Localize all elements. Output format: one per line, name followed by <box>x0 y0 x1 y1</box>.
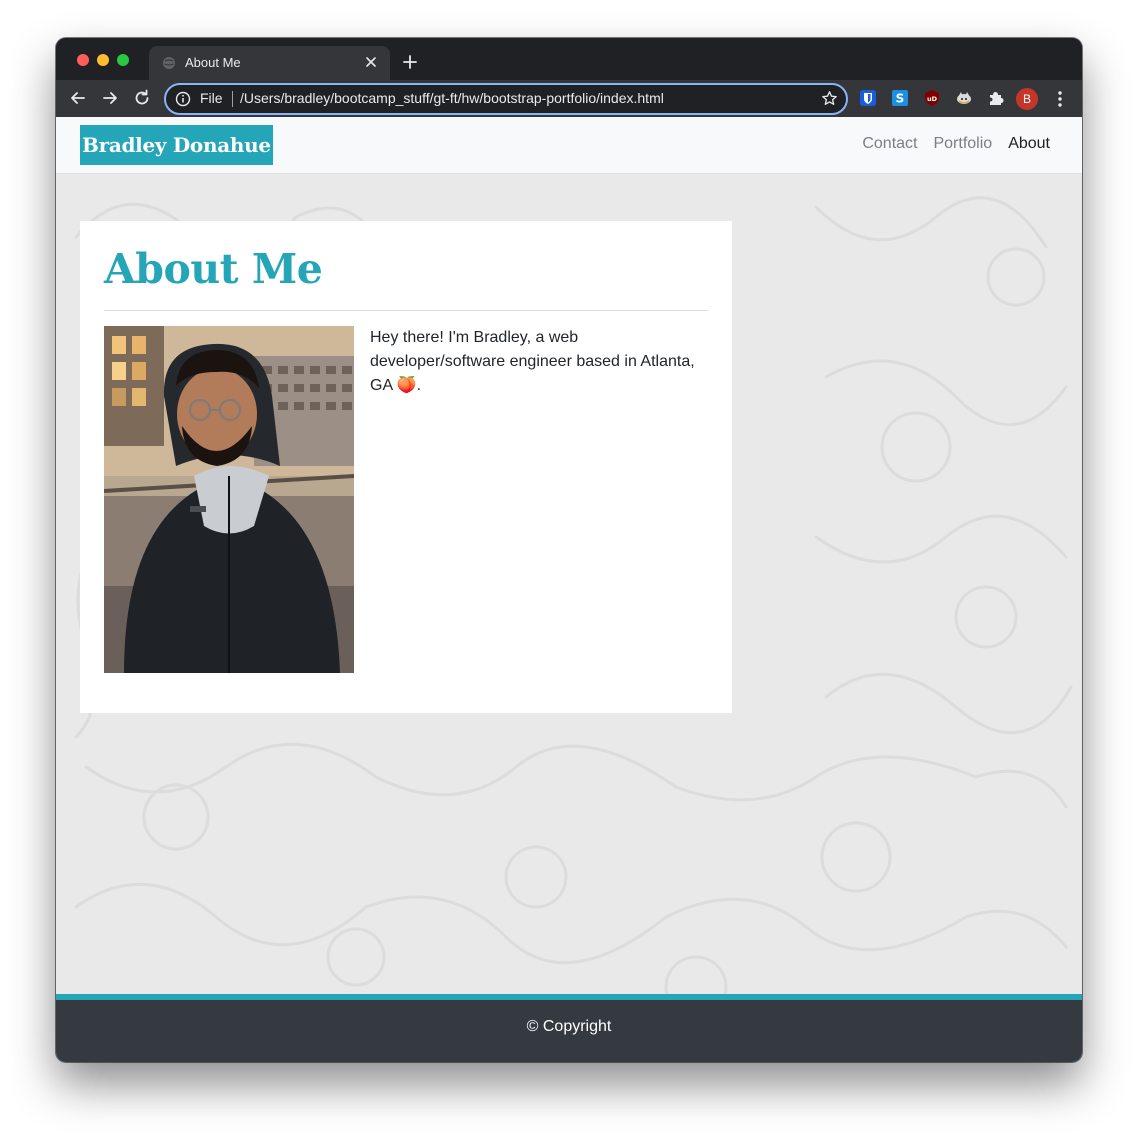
omnibox-divider <box>232 91 233 107</box>
profile-avatar[interactable]: B <box>1016 88 1038 110</box>
info-icon[interactable] <box>175 91 191 107</box>
back-arrow-icon[interactable] <box>67 87 89 109</box>
forward-arrow-icon[interactable] <box>99 87 121 109</box>
puzzle-extensions-icon[interactable] <box>987 89 1005 107</box>
page-title: About Me <box>104 245 323 293</box>
close-window-button[interactable] <box>77 54 89 66</box>
scheme-label: File <box>200 90 223 106</box>
reload-icon[interactable] <box>131 87 153 109</box>
profile-photo <box>104 326 354 673</box>
site-brand[interactable]: Bradley Donahue <box>80 125 273 165</box>
svg-text:uD: uD <box>927 95 938 103</box>
site-footer: © Copyright <box>56 994 1082 1062</box>
tab-strip: About Me <box>56 38 1082 80</box>
zoom-window-button[interactable] <box>117 54 129 66</box>
tab-about-me[interactable]: About Me <box>149 46 390 80</box>
svg-text:S: S <box>896 92 905 106</box>
fox-extension-icon[interactable] <box>955 89 973 107</box>
browser-window: About Me File /Users/bradley/bootcamp_st… <box>56 38 1082 1062</box>
s-extension-icon[interactable]: S <box>891 89 909 107</box>
close-tab-icon[interactable] <box>362 53 380 71</box>
tab-title: About Me <box>185 55 241 70</box>
nav-link-portfolio[interactable]: Portfolio <box>933 135 992 153</box>
bio-text: Hey there! I'm Bradley, a web developer/… <box>370 329 695 394</box>
minimize-window-button[interactable] <box>97 54 109 66</box>
url-text[interactable]: /Users/bradley/bootcamp_stuff/gt-ft/hw/b… <box>240 90 664 106</box>
browser-menu-icon[interactable] <box>1052 89 1068 109</box>
new-tab-icon[interactable] <box>401 53 419 71</box>
page-viewport: Bradley Donahue Contact Portfolio About … <box>56 117 1082 1062</box>
site-navbar: Bradley Donahue Contact Portfolio About <box>56 117 1082 174</box>
bookmark-star-icon[interactable] <box>821 90 838 107</box>
address-bar[interactable]: File /Users/bradley/bootcamp_stuff/gt-ft… <box>164 83 848 115</box>
ublock-extension-icon[interactable]: uD <box>923 89 941 107</box>
bitwarden-extension-icon[interactable] <box>859 89 877 107</box>
globe-icon <box>163 57 175 69</box>
about-card: About Me Hey there! I'm Bradley, a web d… <box>80 221 732 713</box>
nav-link-about[interactable]: About <box>1008 135 1050 153</box>
nav-link-contact[interactable]: Contact <box>862 135 917 153</box>
heading-divider <box>104 310 708 311</box>
nav-links: Contact Portfolio About <box>862 135 1050 153</box>
browser-toolbar: File /Users/bradley/bootcamp_stuff/gt-ft… <box>56 80 1082 117</box>
copyright-text: © Copyright <box>526 1018 612 1035</box>
